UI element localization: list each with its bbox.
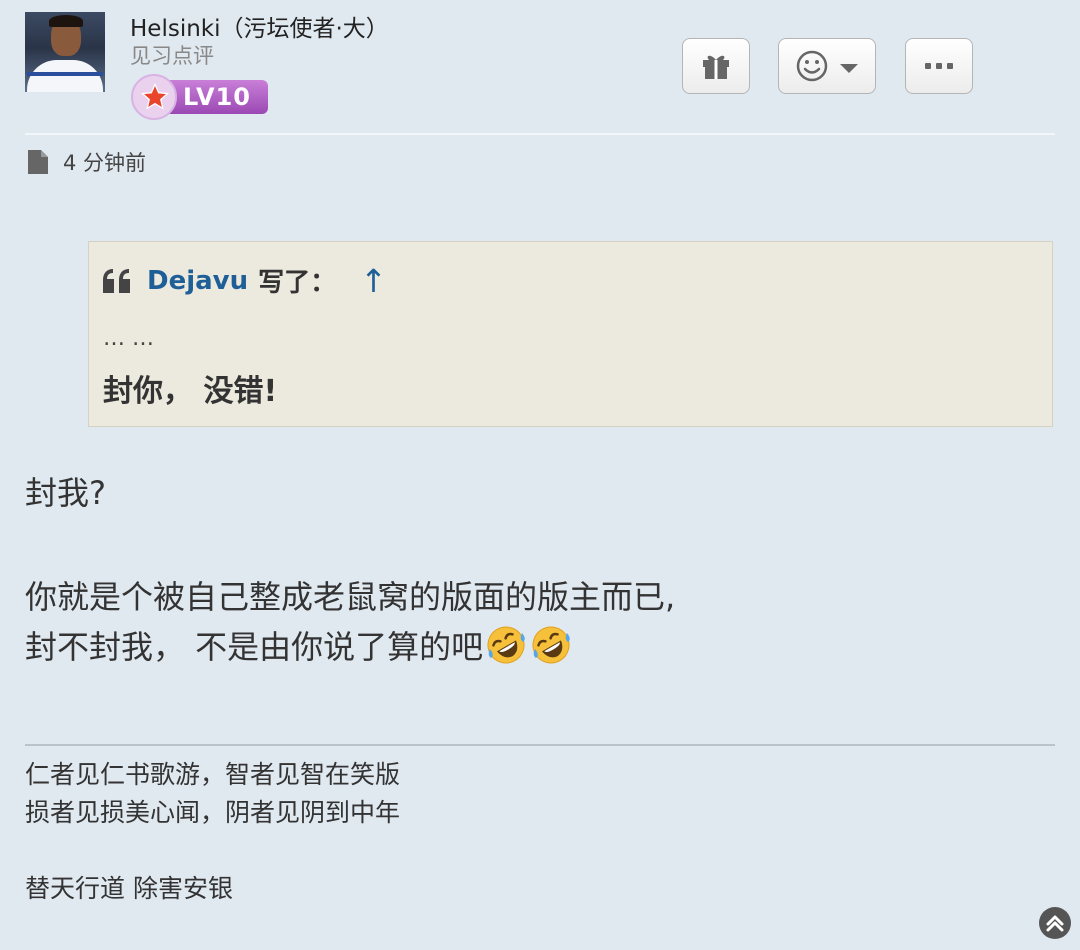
- post-header: Helsinki（污坛使者·大） 见习点评 LV10: [0, 0, 1080, 134]
- rofl-emoji-icon: [487, 626, 525, 664]
- gift-button[interactable]: [682, 38, 750, 94]
- star-icon: [131, 74, 177, 120]
- signature-line: 替天行道 除害安银: [25, 874, 233, 903]
- reaction-button[interactable]: [778, 38, 876, 94]
- post-time[interactable]: 4 分钟前: [63, 147, 146, 177]
- gift-icon: [703, 55, 729, 79]
- level-badge: LV10: [131, 74, 269, 122]
- chevron-up-icon: [1046, 915, 1064, 932]
- jump-to-quoted-post-link[interactable]: ↑: [360, 265, 387, 297]
- document-icon: [28, 150, 48, 174]
- quote-block: Dejavu 写了： ↑ … … 封你， 没错!: [88, 241, 1053, 427]
- level-label: LV10: [183, 83, 251, 111]
- header-divider: [25, 133, 1055, 135]
- username[interactable]: Helsinki（污坛使者·大）: [130, 9, 389, 43]
- post-body-line: 你就是个被自己整成老鼠窝的版面的版主而已,: [25, 578, 676, 616]
- user-title: 见习点评: [130, 44, 214, 68]
- post-body-line: 封不封我， 不是由你说了算的吧: [25, 622, 573, 668]
- quote-icon: [103, 268, 130, 293]
- scroll-to-top-button[interactable]: [1039, 907, 1071, 939]
- smiley-icon: [796, 50, 828, 82]
- quote-author-link[interactable]: Dejavu: [147, 266, 248, 296]
- chevron-down-icon: [840, 64, 858, 73]
- signature-divider: [25, 744, 1055, 746]
- quote-header: Dejavu 写了： ↑: [101, 262, 387, 299]
- quote-ellipsis: … …: [103, 326, 154, 351]
- post-body-text: 封不封我， 不是由你说了算的吧: [25, 628, 484, 666]
- quote-wrote-label: 写了：: [258, 268, 337, 298]
- signature-line: 仁者见仁书歌游，智者见智在笑版: [25, 760, 401, 789]
- post-body-line: 封我?: [25, 474, 106, 512]
- post-meta: 4 分钟前: [27, 147, 146, 177]
- signature-line: 损者见损美心闻，阴者见阴到中年: [25, 798, 401, 827]
- quote-text: 封你， 没错!: [103, 374, 278, 409]
- ellipsis-icon: [925, 63, 953, 69]
- avatar[interactable]: [25, 12, 105, 92]
- rofl-emoji-icon: [532, 626, 570, 664]
- more-button[interactable]: [905, 38, 973, 94]
